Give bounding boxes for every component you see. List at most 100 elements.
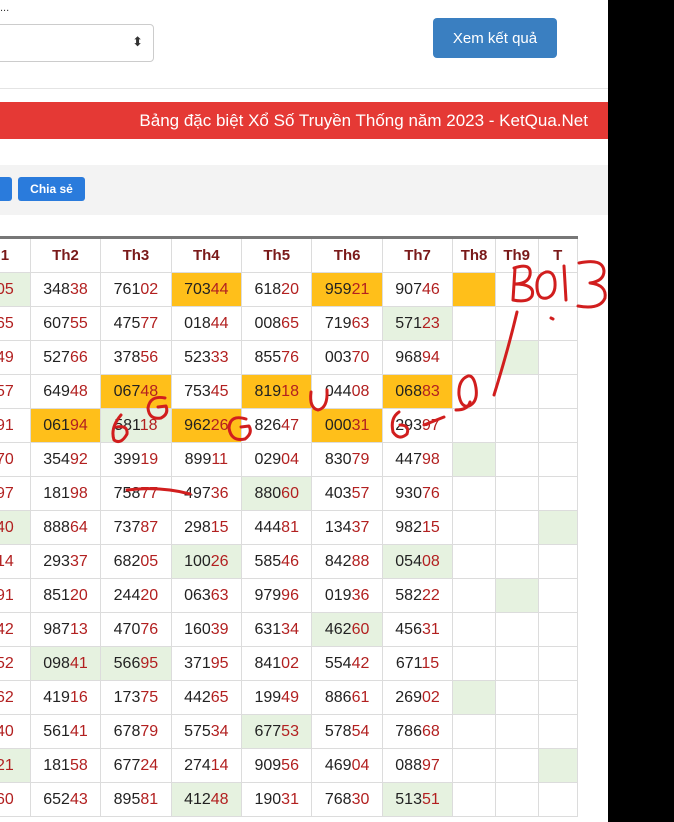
- result-cell: 01936: [311, 578, 383, 613]
- result-cell: 82647: [241, 408, 313, 443]
- result-cell: [537, 578, 579, 613]
- result-cell: 06883: [381, 374, 454, 409]
- year-select[interactable]: ⬍: [0, 24, 154, 62]
- result-cell: 00370: [311, 340, 383, 375]
- result-cell: 00031: [311, 408, 383, 443]
- result-cell: 89581: [100, 782, 172, 817]
- result-cell: 10026: [170, 544, 243, 579]
- result-cell: 762: [0, 680, 31, 715]
- result-cell: 96894: [381, 340, 454, 375]
- result-cell: 47076: [100, 612, 172, 647]
- result-cell: [537, 612, 579, 647]
- result-cell: 90956: [241, 748, 313, 783]
- result-cell: [452, 714, 496, 749]
- result-cell: 014: [0, 544, 31, 579]
- result-cell: 81918: [241, 374, 313, 409]
- results-table: h1Th2Th3Th4Th5Th6Th7Th8Th9T 705348387610…: [0, 236, 579, 817]
- result-cell: 29337: [29, 544, 102, 579]
- result-cell: 47577: [100, 306, 172, 341]
- table-row: 370354923991989911029048307944798: [0, 442, 579, 477]
- result-cell: [494, 340, 539, 375]
- result-cell: 39919: [100, 442, 172, 477]
- result-cell: [537, 272, 579, 307]
- result-cell: 67724: [100, 748, 172, 783]
- view-results-button[interactable]: Xem kết quả: [433, 18, 557, 58]
- result-cell: 44481: [241, 510, 313, 545]
- table-row: 191061945811896226826470003129397: [0, 408, 579, 443]
- result-cell: [452, 748, 496, 783]
- result-cell: [494, 612, 539, 647]
- result-cell: [494, 476, 539, 511]
- column-header: h1: [0, 236, 31, 273]
- banner-title: Bảng đặc biệt Xổ Số Truyền Thống năm 202…: [139, 110, 588, 130]
- result-cell: 52333: [170, 340, 243, 375]
- result-cell: [452, 782, 496, 817]
- result-cell: 57123: [381, 306, 454, 341]
- result-cell: 75877: [100, 476, 172, 511]
- result-cell: [494, 306, 539, 341]
- result-cell: 06194: [29, 408, 102, 443]
- result-cell: [452, 306, 496, 341]
- result-cell: [494, 544, 539, 579]
- result-cell: 260: [0, 782, 31, 817]
- result-cell: 597: [0, 476, 31, 511]
- result-cell: 58118: [100, 408, 172, 443]
- result-cell: 61820: [241, 272, 313, 307]
- table-row: 940561416787957534677535785478668: [0, 714, 579, 749]
- result-cell: 942: [0, 612, 31, 647]
- result-cell: 649: [0, 340, 31, 375]
- result-cell: 191: [0, 578, 31, 613]
- result-cell: 44265: [170, 680, 243, 715]
- result-cell: [452, 544, 496, 579]
- result-cell: 89911: [170, 442, 243, 477]
- result-cell: 83079: [311, 442, 383, 477]
- result-cell: 05408: [381, 544, 454, 579]
- result-cell: 191: [0, 408, 31, 443]
- result-cell: 88060: [241, 476, 313, 511]
- result-cell: 95921: [311, 272, 383, 307]
- result-cell: [537, 374, 579, 409]
- result-cell: 56695: [100, 646, 172, 681]
- result-cell: [494, 782, 539, 817]
- result-cell: [494, 442, 539, 477]
- result-cell: 26902: [381, 680, 454, 715]
- table-row: 705348387610270344618209592190746: [0, 272, 579, 307]
- column-header: Th7: [381, 236, 454, 273]
- result-cell: [537, 510, 579, 545]
- result-cell: 19031: [241, 782, 313, 817]
- result-cell: 51351: [381, 782, 454, 817]
- result-cell: 265: [0, 306, 31, 341]
- table-row: 762419161737544265199498866126902: [0, 680, 579, 715]
- table-row: 452098415669537195841025544267115: [0, 646, 579, 681]
- divider: [0, 88, 608, 89]
- result-cell: 370: [0, 442, 31, 477]
- result-cell: 68205: [100, 544, 172, 579]
- result-cell: 705: [0, 272, 31, 307]
- result-cell: 55442: [311, 646, 383, 681]
- result-cell: 04408: [311, 374, 383, 409]
- share-button[interactable]: Chia sẻ: [18, 177, 85, 201]
- result-cell: 13437: [311, 510, 383, 545]
- result-cell: 73787: [100, 510, 172, 545]
- column-header: Th2: [29, 236, 102, 273]
- result-cell: 27414: [170, 748, 243, 783]
- table-row: 265607554757701844008657196357123: [0, 306, 579, 341]
- result-cell: 65243: [29, 782, 102, 817]
- facebook-button[interactable]: [0, 177, 12, 201]
- result-cell: [494, 510, 539, 545]
- result-cell: 01844: [170, 306, 243, 341]
- page-banner: Bảng đặc biệt Xổ Số Truyền Thống năm 202…: [0, 102, 608, 139]
- result-cell: [494, 646, 539, 681]
- result-cell: [494, 578, 539, 613]
- result-cell: 76830: [311, 782, 383, 817]
- result-cell: 940: [0, 714, 31, 749]
- result-cell: 58546: [241, 544, 313, 579]
- result-cell: 16039: [170, 612, 243, 647]
- result-cell: [537, 646, 579, 681]
- table-row: 597181987587749736880604035793076: [0, 476, 579, 511]
- table-row: 221181586772427414909564690408897: [0, 748, 579, 783]
- result-cell: [537, 442, 579, 477]
- result-cell: 46904: [311, 748, 383, 783]
- page: ... ⬍ Xem kết quả Bảng đặc biệt Xổ Số Tr…: [0, 0, 608, 822]
- result-cell: 57534: [170, 714, 243, 749]
